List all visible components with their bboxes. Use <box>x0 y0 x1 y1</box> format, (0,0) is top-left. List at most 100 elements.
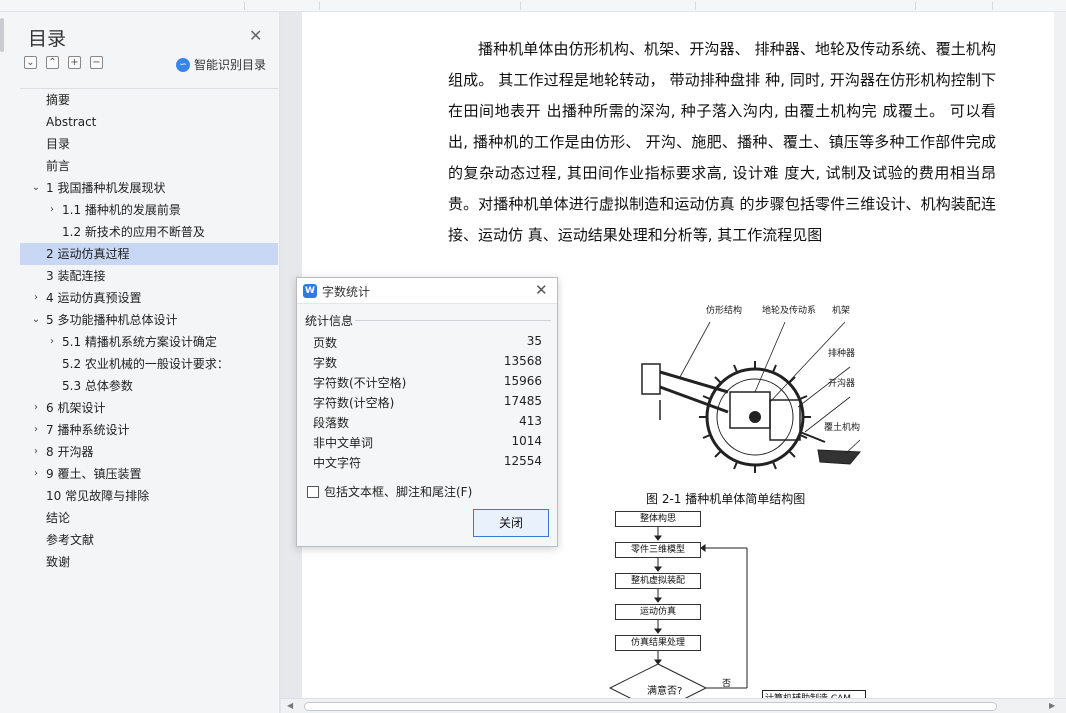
flow-decision-label: 满意否? <box>647 686 683 697</box>
toc-item-label: 5 多功能播种机总体设计 <box>46 313 178 327</box>
dialog-close-icon[interactable]: ✕ <box>535 281 548 299</box>
chevron-right-icon[interactable]: › <box>46 331 58 353</box>
navigation-pane: 目录 ✕ ⌄ ⌃ + − ∽ 智能识别目录 摘要 Abstract 目录前言 ⌄ 1 我… <box>0 12 280 713</box>
stat-value: 413 <box>519 414 542 428</box>
toc-item-label: 5.1 精播机系统方案设计确定 <box>62 335 217 349</box>
chevron-right-icon[interactable]: › <box>46 199 58 221</box>
include-textbox-footnotes-checkbox[interactable]: 包括文本框、脚注和尾注(F) <box>307 483 472 500</box>
toc-item-label: 1.2 新技术的应用不断普及 <box>62 225 205 239</box>
toc-item-label: 参考文献 <box>46 533 95 547</box>
toc-item-label: 目录 <box>46 137 71 151</box>
toc-item[interactable]: ⌄ 1 我国播种机发展现状 <box>20 177 278 199</box>
flow-step-concept: 整体构思 <box>615 511 701 527</box>
figure-label-cover: 覆土机构 <box>824 423 861 433</box>
toc-item[interactable]: 10 常见故障与排除 <box>20 485 278 507</box>
toc-item[interactable]: › 1.1 播种机的发展前景 <box>20 199 278 221</box>
toc-item-label: 4 运动仿真预设置 <box>46 291 142 305</box>
ruler-tick <box>244 2 245 10</box>
toc-item[interactable]: 5.3 总体参数 <box>20 375 278 397</box>
ruler-tick <box>695 2 696 10</box>
toc-item[interactable]: 5.2 农业机械的一般设计要求： <box>20 353 278 375</box>
toc-item[interactable]: 参考文献 <box>20 529 278 551</box>
toc-item[interactable]: › 5.1 精播机系统方案设计确定 <box>20 331 278 353</box>
figure-label-frame: 机架 <box>832 306 851 316</box>
checkbox-box[interactable] <box>307 485 319 498</box>
toc-item[interactable]: 致谢 <box>20 551 278 573</box>
toc-item[interactable]: › 9 覆土、镇压装置 <box>20 463 278 485</box>
figure-label-opener: 开沟器 <box>828 379 856 389</box>
top-ruler <box>0 0 1066 12</box>
toc-item-label: 1.1 播种机的发展前景 <box>62 203 181 217</box>
stat-label: 段落数 <box>313 416 350 430</box>
body-paragraph[interactable]: 播种机单体由仿形机构、机架、开沟器、 排种器、地轮及传动系统、覆土机构组成。 其… <box>448 34 996 251</box>
toc-item[interactable]: 摘要 <box>20 89 278 111</box>
scroll-left-icon[interactable]: ◀ <box>287 701 293 710</box>
flow-step-3d-model: 零件三维模型 <box>615 542 701 558</box>
figure-label-wheel: 地轮及传动系 <box>762 306 817 316</box>
vertical-scrollbar[interactable] <box>1054 12 1066 698</box>
chevron-right-icon[interactable]: › <box>30 463 42 485</box>
figure-label-seeder: 排种器 <box>828 349 856 359</box>
toc-item-label: 9 覆土、镇压装置 <box>46 467 142 481</box>
ruler-tick <box>915 2 916 10</box>
chevron-down-icon[interactable]: ⌄ <box>30 309 42 331</box>
chevron-right-icon[interactable]: › <box>30 419 42 441</box>
toc-item[interactable]: › 7 播种系统设计 <box>20 419 278 441</box>
nav-title: 目录 <box>28 28 67 50</box>
stat-label: 中文字符 <box>313 456 362 470</box>
horizontal-scroll-thumb[interactable] <box>304 702 997 711</box>
toc-item-label: 8 开沟器 <box>46 445 94 459</box>
chevron-up-icon[interactable]: ⌃ <box>46 56 59 69</box>
pane-grip-handle[interactable] <box>0 18 4 52</box>
toc-item-label: 前言 <box>46 159 71 173</box>
toc-item-label: 6 机架设计 <box>46 401 106 415</box>
flow-no-label: 否 <box>722 679 732 689</box>
stat-row: 字数 13568 <box>313 354 542 374</box>
stat-row: 字符数(计空格) 17485 <box>313 394 542 414</box>
toc-item[interactable]: › 6 机架设计 <box>20 397 278 419</box>
smart-toc-label: 智能识别目录 <box>194 58 267 72</box>
toc-item[interactable]: 前言 <box>20 155 278 177</box>
stat-value: 15966 <box>503 374 542 388</box>
toc-item[interactable]: 结论 <box>20 507 278 529</box>
toc-item[interactable]: 3 装配连接 <box>20 265 278 287</box>
chevron-right-icon[interactable]: › <box>30 397 42 419</box>
nav-toolbar: ⌄ ⌃ + − <box>24 56 103 69</box>
flow-step-simulation: 运动仿真 <box>615 604 701 620</box>
wps-writer-icon: W <box>303 284 317 298</box>
plus-icon[interactable]: + <box>68 56 81 69</box>
stat-label: 字数 <box>313 356 338 370</box>
stat-value: 12554 <box>503 454 542 468</box>
dialog-titlebar[interactable]: W 字数统计 ✕ <box>297 278 557 304</box>
stat-row: 页数 35 <box>313 334 542 354</box>
stats-section-title: 统计信息 <box>305 314 354 328</box>
toc-item[interactable]: › 8 开沟器 <box>20 441 278 463</box>
smart-toc-button[interactable]: ∽ 智能识别目录 <box>176 56 266 73</box>
toc-item[interactable]: 1.2 新技术的应用不断普及 <box>20 221 278 243</box>
toc-item[interactable]: Abstract <box>20 111 278 133</box>
scroll-right-icon[interactable]: ▶ <box>1049 701 1055 710</box>
stat-value: 13568 <box>503 354 542 368</box>
smart-toc-icon: ∽ <box>176 57 190 72</box>
toc-item[interactable]: 目录 <box>20 133 278 155</box>
collapse-down-icon[interactable]: ⌄ <box>24 56 37 69</box>
stat-value: 35 <box>526 334 542 348</box>
toc-item-label: 2 运动仿真过程 <box>46 247 130 261</box>
toc-item[interactable]: 2 运动仿真过程 <box>20 243 278 265</box>
toc-item[interactable]: › 4 运动仿真预设置 <box>20 287 278 309</box>
dialog-title: 字数统计 <box>322 285 371 299</box>
horizontal-scrollbar[interactable]: ◀ ▶ <box>281 698 1066 713</box>
chevron-right-icon[interactable]: › <box>30 287 42 309</box>
toc-item[interactable]: ⌄ 5 多功能播种机总体设计 <box>20 309 278 331</box>
toc-item-label: 结论 <box>46 511 71 525</box>
toc-item-label: 1 我国播种机发展现状 <box>46 181 166 195</box>
close-icon[interactable]: ✕ <box>249 26 262 45</box>
chevron-down-icon[interactable]: ⌄ <box>30 177 42 199</box>
stat-value: 1014 <box>511 434 542 448</box>
close-button[interactable]: 关闭 <box>473 509 549 537</box>
stat-value: 17485 <box>503 394 542 408</box>
chevron-right-icon[interactable]: › <box>30 441 42 463</box>
stat-label: 页数 <box>313 336 338 350</box>
minus-icon[interactable]: − <box>90 56 103 69</box>
stat-row: 字符数(不计空格) 15966 <box>313 374 542 394</box>
